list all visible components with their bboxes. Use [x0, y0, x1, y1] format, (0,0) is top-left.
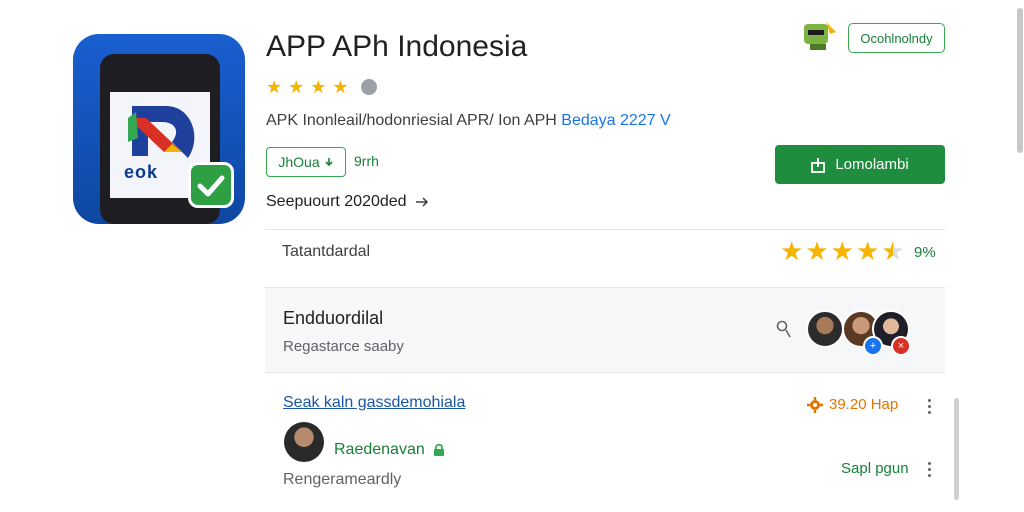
category-tag-button[interactable]: JhOua: [266, 147, 346, 177]
review-link[interactable]: Seak kaln gassdemohiala: [283, 394, 465, 412]
info-icon[interactable]: [360, 79, 377, 95]
lock-icon: [433, 443, 444, 456]
more-vert-icon[interactable]: [926, 462, 932, 477]
app-title: APP APh Indonesia: [266, 30, 528, 63]
arrow-down-icon: [325, 158, 333, 167]
star-icon: ★: [805, 236, 829, 266]
scrollbar[interactable]: [1017, 8, 1023, 153]
mascot-badge-icon: [800, 20, 838, 52]
star-icon: ★: [310, 77, 327, 97]
gear-icon: [807, 396, 823, 413]
tag-label: JhOua: [278, 154, 320, 170]
subtitle-accent[interactable]: Bedaya 2227 V: [561, 112, 670, 129]
star-icon: ★: [780, 236, 804, 266]
logo-text: eok: [124, 162, 159, 182]
user-name[interactable]: Raedenavan: [334, 441, 425, 459]
download-icon: [811, 157, 826, 173]
user-name-row: Raedenavan: [334, 441, 445, 459]
divider: [265, 229, 945, 230]
more-vert-icon[interactable]: [926, 399, 932, 414]
app-icon: eok: [73, 34, 245, 224]
arrow-right-icon: [415, 197, 428, 207]
endorsement-title: Endduordilal: [283, 308, 384, 328]
avatar[interactable]: [806, 310, 844, 348]
star-icon: ★: [332, 77, 349, 97]
tag-extra: 9rrh: [354, 153, 379, 169]
close-icon: ×: [891, 336, 911, 356]
rating-stars: ★ ★ ★ ★ ★: [780, 238, 905, 264]
subtitle-main: APK Inonleail/hodonriesial APR/ Ion APH: [266, 112, 557, 129]
user-avatar[interactable]: [284, 422, 324, 462]
install-button[interactable]: Lomolambi: [775, 145, 945, 184]
review-meta-text: 39.20 Hap: [829, 396, 899, 413]
app-subtitle: APK Inonleail/hodonriesial APR/ Ion APH …: [266, 112, 671, 130]
top-badge-button[interactable]: Ocohlnolndy: [848, 23, 945, 53]
scrollbar[interactable]: [954, 398, 959, 500]
star-icon: ★: [288, 77, 305, 97]
reply-link[interactable]: Sapl pgun: [841, 460, 909, 477]
rating-percent: 9%: [914, 244, 936, 261]
half-star-icon: ★: [881, 236, 905, 266]
star-icon: ★: [266, 77, 283, 97]
support-text: Seepuourt 2020ded: [266, 193, 407, 210]
endorsement-subtitle: Regastarce saaby: [283, 338, 404, 355]
rating-label: Tatantdardal: [282, 243, 371, 260]
review-meta: 39.20 Hap: [807, 396, 898, 413]
person-icon: [776, 320, 791, 338]
review-text: Rengerameardly: [283, 471, 402, 488]
star-icon: ★: [830, 236, 854, 266]
install-button-label: Lomolambi: [835, 156, 909, 173]
support-link[interactable]: Seepuourt 2020ded: [266, 193, 429, 211]
verified-check-icon: [188, 162, 234, 208]
endorsement-panel[interactable]: Endduordilal Regastarce saaby + ×: [265, 287, 945, 373]
app-rating-stars: ★ ★ ★ ★: [266, 78, 377, 96]
add-icon: +: [863, 336, 883, 356]
star-icon: ★: [855, 236, 880, 266]
